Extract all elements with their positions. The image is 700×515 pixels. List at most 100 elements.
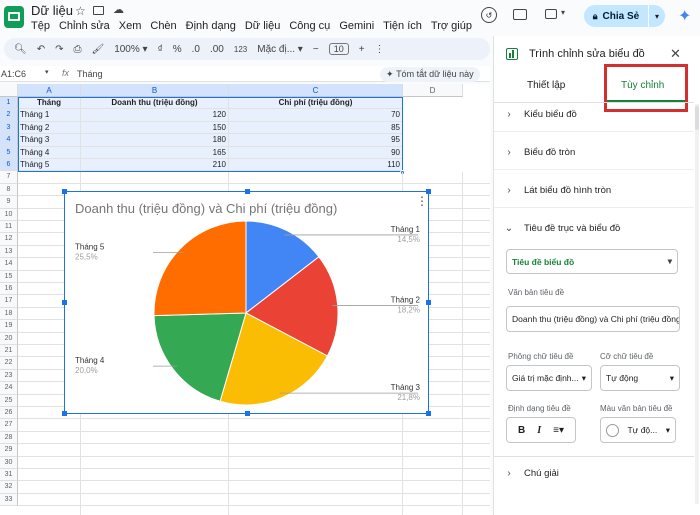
row-header[interactable]: 28 [0, 431, 18, 445]
font-size-input[interactable]: 10 [328, 43, 349, 55]
row-header[interactable]: 25 [0, 394, 18, 407]
menu-insert[interactable]: Chèn [150, 20, 176, 32]
row-header[interactable]: 21 [0, 345, 18, 358]
row-header[interactable]: 23 [0, 369, 18, 383]
align-icon[interactable]: ≡▾ [553, 425, 564, 436]
row-header[interactable]: 9 [0, 196, 18, 209]
title-text-input[interactable]: Doanh thu (triệu đồng) và Chi phí (triệu… [506, 306, 680, 332]
increase-decimal-button[interactable]: .00 [210, 44, 224, 55]
row-header[interactable]: 11 [0, 221, 18, 234]
paint-format-icon[interactable]: 🖌︎ [91, 44, 104, 55]
row-header[interactable]: 32 [0, 481, 18, 494]
resize-handle[interactable] [62, 189, 67, 194]
redo-icon[interactable]: ↷ [55, 44, 63, 55]
row-header[interactable]: 30 [0, 456, 18, 469]
percent-button[interactable]: % [173, 44, 182, 55]
menu-data[interactable]: Dữ liệu [245, 20, 281, 32]
row-header[interactable]: 6 [0, 159, 18, 172]
row-header[interactable]: 1 [0, 97, 18, 110]
header-cell-revenue[interactable]: Doanh thu (triệu đồng) [81, 97, 229, 110]
row-header[interactable]: 15 [0, 270, 18, 283]
currency-button[interactable]: ₫ [158, 44, 163, 55]
row-header[interactable]: 4 [0, 134, 18, 147]
row-header[interactable]: 10 [0, 208, 18, 221]
section-chart-type[interactable]: › Kiểu biểu đồ [494, 98, 694, 132]
row-header[interactable]: 7 [0, 171, 18, 184]
table-cell[interactable]: Tháng 5 [18, 159, 81, 172]
row-header[interactable]: 5 [0, 146, 18, 159]
column-header-b[interactable]: B [81, 84, 229, 97]
row-header[interactable]: 14 [0, 258, 18, 271]
table-cell[interactable]: Tháng 4 [18, 146, 81, 159]
menu-edit[interactable]: Chỉnh sửa [59, 20, 110, 32]
font-size-decrease-button[interactable]: − [313, 44, 319, 55]
menu-tools[interactable]: Công cụ [289, 20, 330, 32]
table-cell[interactable]: Tháng 2 [18, 121, 81, 135]
section-pie-slice[interactable]: › Lát biểu đồ hình tròn [494, 174, 694, 208]
row-header[interactable]: 3 [0, 121, 18, 135]
tab-setup[interactable]: Thiết lập [527, 80, 565, 91]
section-pie-chart[interactable]: › Biểu đồ tròn [494, 136, 694, 170]
close-icon[interactable]: ✕ [670, 46, 681, 62]
row-header[interactable]: 27 [0, 419, 18, 432]
menu-gemini[interactable]: Gemini [339, 20, 374, 32]
table-cell[interactable]: 70 [229, 109, 403, 122]
table-cell[interactable]: 95 [229, 134, 403, 147]
row-header[interactable]: 33 [0, 493, 18, 507]
row-header[interactable]: 20 [0, 332, 18, 345]
meet-dropdown-icon[interactable]: ▾ [561, 8, 565, 17]
history-icon[interactable]: ↺ [481, 7, 497, 23]
search-menus-icon[interactable]: 🔍︎ [14, 44, 27, 55]
comment-icon[interactable] [513, 9, 527, 20]
panel-scrollbar[interactable] [695, 104, 699, 504]
resize-handle[interactable] [245, 189, 250, 194]
row-header[interactable]: 24 [0, 382, 18, 395]
zoom-select[interactable]: 100% ▾ [114, 44, 147, 55]
font-select[interactable]: Mặc đị... ▾ [257, 44, 303, 55]
pie-slice[interactable] [153, 220, 247, 317]
share-dropdown-button[interactable]: ▾ [649, 5, 665, 27]
column-header-a[interactable]: A [18, 84, 81, 97]
table-cell[interactable]: 90 [229, 146, 403, 159]
share-button[interactable]: 🔒︎ Chia Sẻ [584, 5, 648, 27]
number-format-button[interactable]: 123 [234, 45, 247, 54]
table-cell[interactable]: 150 [81, 121, 229, 135]
name-box-dropdown-icon[interactable]: ▾ [45, 68, 49, 76]
summarize-button[interactable]: ✦ Tóm tắt dữ liệu này [380, 67, 480, 82]
menu-extensions[interactable]: Tiện ích [383, 20, 422, 32]
more-options-icon[interactable]: ⋮ [375, 44, 385, 55]
chart-object[interactable]: Doanh thu (triệu đồng) và Chi phí (triệu… [62, 189, 431, 416]
name-box[interactable]: A1:C6 [1, 69, 26, 79]
gemini-icon[interactable]: ✦ [678, 6, 691, 26]
resize-handle[interactable] [426, 300, 431, 305]
font-size-increase-button[interactable]: + [359, 44, 365, 55]
title-size-select[interactable]: Tự động ▾ [600, 365, 680, 391]
corner-cell[interactable] [0, 84, 18, 97]
section-legend[interactable]: › Chú giải [494, 456, 694, 490]
column-header-c[interactable]: C [229, 84, 403, 97]
row-header[interactable]: 29 [0, 444, 18, 457]
row-header[interactable]: 31 [0, 469, 18, 482]
formula-input[interactable]: Tháng [77, 69, 103, 79]
title-font-select[interactable]: Giá trị mặc định... ▾ [506, 365, 592, 391]
sheets-logo-icon[interactable] [4, 6, 24, 28]
row-header[interactable]: 2 [0, 109, 18, 122]
menu-view[interactable]: Xem [119, 20, 142, 32]
row-header[interactable]: 26 [0, 407, 18, 420]
row-header[interactable]: 16 [0, 283, 18, 296]
resize-handle[interactable] [426, 189, 431, 194]
column-header-d[interactable]: D [403, 84, 463, 97]
doc-title[interactable]: Dữ liệu [31, 3, 73, 18]
cloud-icon[interactable]: ☁ [113, 3, 124, 16]
print-icon[interactable]: ⎙ [73, 44, 81, 55]
bold-button[interactable]: B [518, 425, 525, 436]
menu-format[interactable]: Định dạng [186, 20, 236, 32]
title-color-select[interactable]: Tự độ... ▾ [600, 417, 676, 443]
folder-icon[interactable] [93, 6, 104, 15]
menu-help[interactable]: Trợ giúp [431, 20, 472, 32]
resize-handle[interactable] [426, 411, 431, 416]
meet-icon[interactable] [545, 9, 557, 19]
row-header[interactable]: 8 [0, 183, 18, 197]
row-header[interactable]: 17 [0, 295, 18, 308]
row-header[interactable]: 12 [0, 233, 18, 246]
